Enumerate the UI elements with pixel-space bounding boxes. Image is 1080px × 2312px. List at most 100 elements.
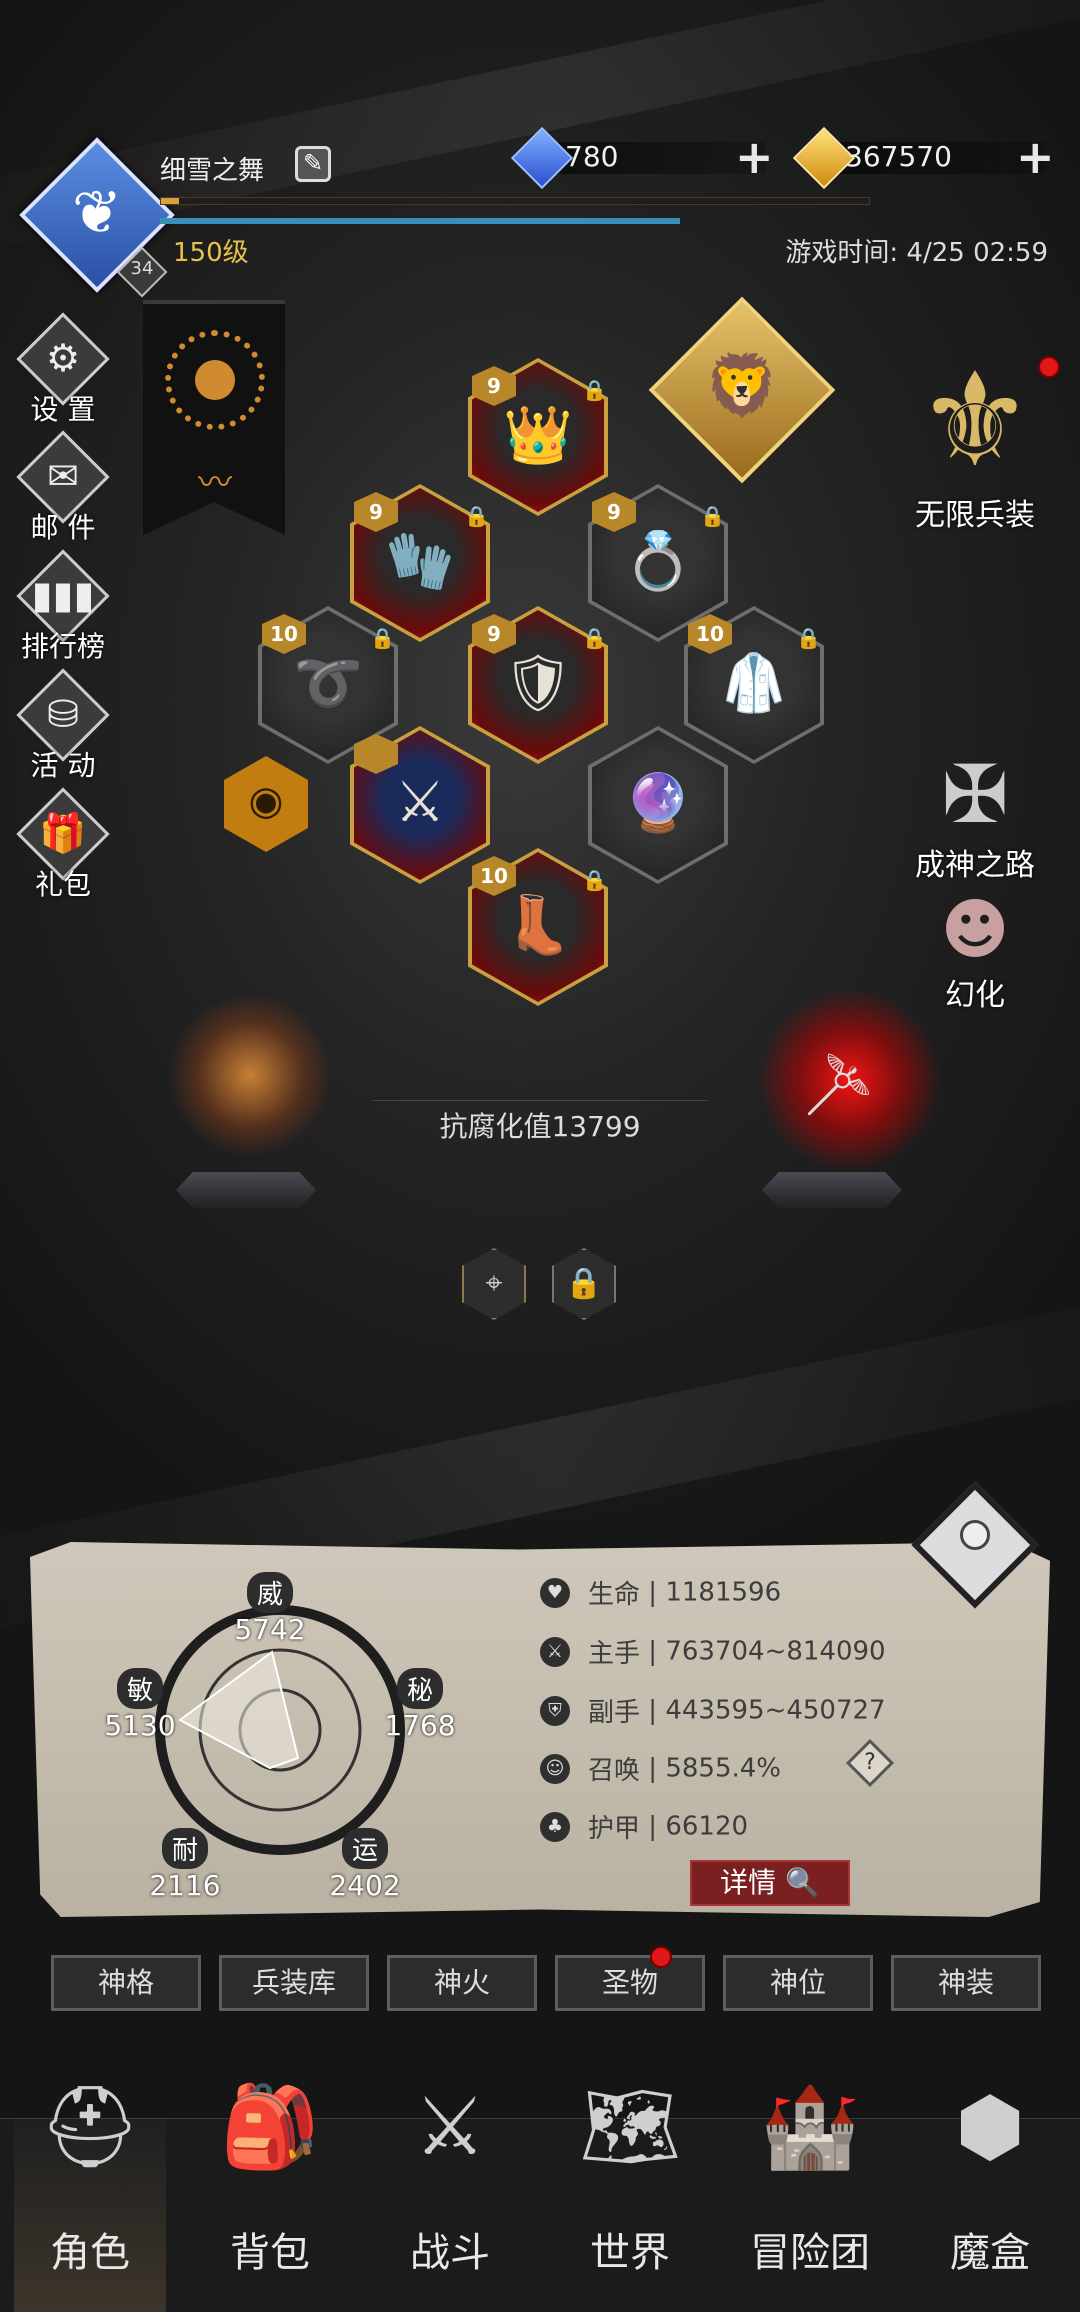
- details-button[interactable]: 详情 🔍: [690, 1860, 850, 1906]
- nav-backpack[interactable]: 🎒 背包: [180, 2080, 360, 2278]
- tab-armory[interactable]: 兵装库: [219, 1955, 369, 2011]
- nav-world[interactable]: 🗺 世界: [540, 2080, 720, 2278]
- gift-icon: 🎁: [39, 811, 87, 855]
- xp-fill: [161, 198, 179, 204]
- attr-label: 副手: [588, 1698, 641, 1728]
- nav-battle[interactable]: ⚔ 战斗: [360, 2080, 540, 2278]
- edit-name-icon[interactable]: ✎: [295, 146, 331, 182]
- attr-value: 66120: [665, 1811, 749, 1842]
- ranking-button[interactable]: ▮▮▮ 排行榜: [8, 549, 118, 665]
- nav-magic-box[interactable]: ⬢ 魔盒: [900, 2080, 1080, 2278]
- attr-row-armor: ♣ 护甲 | 66120: [540, 1808, 748, 1848]
- tab-relic[interactable]: 圣物: [555, 1955, 705, 2011]
- cube-icon: ⬢: [955, 2080, 1025, 2173]
- notification-dot: [1038, 356, 1060, 378]
- gold-count: 367570: [845, 140, 952, 173]
- boot-icon: 👢: [503, 893, 573, 958]
- stat-mi-value: 1768: [384, 1709, 456, 1742]
- attr-label: 主手: [588, 1639, 641, 1669]
- sword-shield-icon: ⚔: [414, 2080, 486, 2173]
- ranking-icon: ▮▮▮: [31, 573, 95, 617]
- lock-icon: 🔒: [582, 378, 607, 402]
- gear-icon: ⚙: [45, 336, 81, 380]
- attr-value: 1181596: [665, 1577, 782, 1608]
- attr-label: 生命: [588, 1580, 641, 1610]
- attr-value: 443595~450727: [665, 1695, 886, 1726]
- glove-icon: 🧤: [385, 529, 455, 594]
- nav-magic-box-label: 魔盒: [950, 2230, 1030, 2276]
- lock-icon: 🔒: [700, 504, 725, 528]
- toggle-dot-icon: [960, 1520, 990, 1550]
- tab-divine-rank[interactable]: 神位: [723, 1955, 873, 2011]
- tab-godhood[interactable]: 神格: [51, 1955, 201, 2011]
- armor-icon: 🛡: [502, 651, 574, 716]
- mainhand-icon: ⚔: [540, 1636, 570, 1667]
- nav-battle-label: 战斗: [410, 2230, 490, 2276]
- player-level: 150级: [173, 238, 249, 268]
- attr-row-mainhand: ⚔ 主手 | 763704~814090: [540, 1633, 886, 1673]
- helmet-icon: ⛑: [39, 2080, 141, 2173]
- location-pin-icon: ⌖: [485, 1266, 503, 1301]
- stat-mi: 秘 1768: [365, 1668, 475, 1742]
- right-pedestal[interactable]: [762, 1172, 902, 1208]
- lion-icon: 🦁: [704, 351, 780, 421]
- sword-icon: ⚔: [394, 770, 446, 835]
- stat-nai-value: 2116: [149, 1869, 221, 1902]
- infinite-arms-button[interactable]: ⚜ 无限兵装: [880, 350, 1070, 534]
- emblem-icon: ❦: [71, 178, 123, 248]
- summon-icon: ☺: [540, 1753, 570, 1784]
- attr-label: 召唤: [588, 1756, 641, 1786]
- anti-corrosion-value: 抗腐化值13799: [372, 1100, 708, 1145]
- nav-adventure-guild[interactable]: 🏰 冒险团: [720, 2080, 900, 2278]
- lock-icon: 🔒: [464, 504, 489, 528]
- crown-icon: 👑: [503, 403, 573, 468]
- tab-divine-gear[interactable]: 神装: [891, 1955, 1041, 2011]
- xp-bar: [160, 197, 870, 205]
- settings-button[interactable]: ⚙ 设 置: [8, 312, 118, 428]
- stat-min: 敏 5130: [85, 1668, 195, 1742]
- attr-label: 护甲: [588, 1814, 641, 1844]
- stat-wei-label: 威: [246, 1572, 293, 1613]
- game-time: 游戏时间: 4/25 02:59: [785, 238, 1048, 268]
- left-pedestal[interactable]: [176, 1172, 316, 1208]
- nav-backpack-label: 背包: [230, 2230, 310, 2276]
- magnifier-icon: 🔍: [776, 1866, 820, 1899]
- gift-label: 礼包: [34, 868, 91, 901]
- diamond-count: 780: [565, 140, 619, 173]
- attr-row-life: ♥ 生命 | 1181596: [540, 1574, 781, 1614]
- stat-wei: 威 5742: [230, 1572, 310, 1646]
- heart-icon: ♥: [540, 1577, 570, 1608]
- activity-button[interactable]: ⛁ 活 动: [8, 668, 118, 784]
- lock-icon: 🔒: [370, 626, 395, 650]
- backpack-icon: 🎒: [220, 2080, 320, 2173]
- tab-divine-fire[interactable]: 神火: [387, 1955, 537, 2011]
- stat-wei-value: 5742: [234, 1613, 306, 1646]
- infinite-arms-label: 无限兵装: [915, 498, 1035, 533]
- add-diamond-button[interactable]: +: [735, 134, 774, 180]
- stat-min-label: 敏: [116, 1668, 163, 1709]
- radar-shape: [178, 1650, 300, 1770]
- path-to-godhood-button[interactable]: ✠ 成神之路: [890, 750, 1060, 884]
- broadcast-icon: ◉: [248, 778, 284, 824]
- eye-pupil: [195, 360, 235, 400]
- nav-character[interactable]: ⛑ 角色: [0, 2080, 180, 2278]
- armor-stat-icon: ♣: [540, 1811, 570, 1842]
- player-name: 细雪之舞: [160, 156, 265, 186]
- mail-button[interactable]: ✉ 邮 件: [8, 430, 118, 546]
- godhood-emblem-icon: ✠: [941, 748, 1009, 841]
- ranking-label: 排行榜: [20, 630, 105, 663]
- cloak-icon: 🥼: [719, 651, 789, 716]
- details-label: 详情: [720, 1866, 777, 1899]
- nav-world-label: 世界: [590, 2230, 670, 2276]
- offhand-icon: ⛨: [540, 1695, 570, 1726]
- lock-icon: 🔒: [565, 1266, 603, 1301]
- lock-icon: 🔒: [582, 626, 607, 650]
- nav-adventure-guild-label: 冒险团: [750, 2230, 870, 2276]
- add-gold-button[interactable]: +: [1016, 134, 1055, 180]
- lock-icon: 🔒: [796, 626, 821, 650]
- gift-button[interactable]: 🎁 礼包: [8, 787, 118, 903]
- settings-label: 设 置: [30, 393, 96, 426]
- belt-icon: ➰: [293, 651, 363, 716]
- attr-row-summon: ☺ 召唤 | 5855.4%: [540, 1750, 781, 1790]
- stat-nai: 耐 2116: [130, 1828, 240, 1902]
